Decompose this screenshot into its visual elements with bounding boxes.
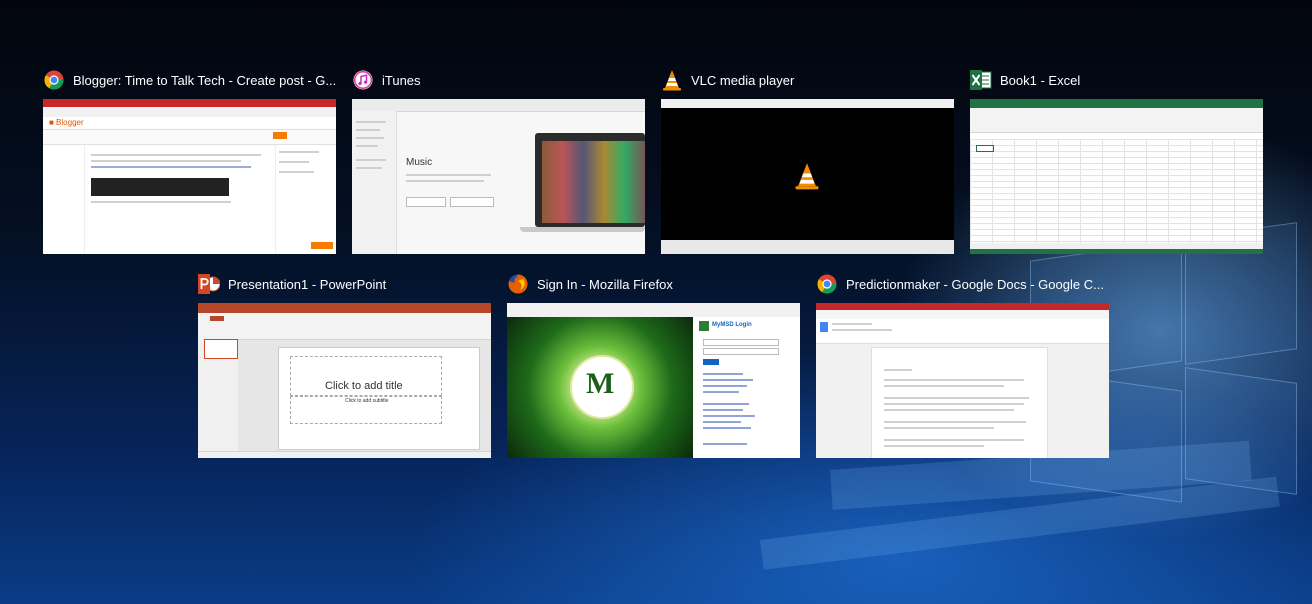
- window-preview: Music: [352, 99, 645, 254]
- window-title: Sign In - Mozilla Firefox: [537, 276, 673, 292]
- slide-title-placeholder: Click to add title: [325, 380, 403, 392]
- vlc-icon: [661, 69, 683, 91]
- itunes-music-heading: Music: [406, 157, 433, 168]
- window-title-bar[interactable]: VLC media player: [661, 65, 954, 95]
- itunes-icon: [352, 69, 374, 91]
- window-title-bar[interactable]: Sign In - Mozilla Firefox: [507, 269, 800, 299]
- window-title-bar[interactable]: Book1 - Excel: [970, 65, 1263, 95]
- window-title: Predictionmaker - Google Docs - Google C…: [846, 276, 1104, 292]
- window-preview: M MyMSD Login: [507, 303, 800, 458]
- window-title: Presentation1 - PowerPoint: [228, 276, 387, 292]
- login-heading: MyMSD Login: [712, 322, 752, 328]
- window-preview: ■ Blogger: [43, 99, 336, 254]
- window-title-bar[interactable]: Presentation1 - PowerPoint: [198, 269, 491, 299]
- window-title: iTunes: [382, 72, 421, 88]
- window-title-bar[interactable]: Blogger: Time to Talk Tech - Create post…: [43, 65, 336, 95]
- window-title: Book1 - Excel: [1000, 72, 1081, 88]
- window-preview: [661, 99, 954, 254]
- firefox-icon: [507, 273, 529, 295]
- chrome-icon: [816, 273, 838, 295]
- window-preview: [816, 303, 1109, 458]
- vlc-cone-icon: [794, 162, 820, 195]
- window-preview: [970, 99, 1263, 254]
- window-title-bar[interactable]: Predictionmaker - Google Docs - Google C…: [816, 269, 1109, 299]
- powerpoint-icon: [198, 273, 220, 295]
- chrome-icon: [43, 69, 65, 91]
- window-title: VLC media player: [691, 72, 795, 88]
- school-emblem-letter: M: [586, 367, 615, 400]
- window-title-bar[interactable]: iTunes: [352, 65, 645, 95]
- window-preview: Click to add title Click to add subtitle: [198, 303, 491, 458]
- slide-subtitle-placeholder: Click to add subtitle: [345, 398, 389, 404]
- excel-icon: [970, 69, 992, 91]
- window-title: Blogger: Time to Talk Tech - Create post…: [73, 72, 336, 88]
